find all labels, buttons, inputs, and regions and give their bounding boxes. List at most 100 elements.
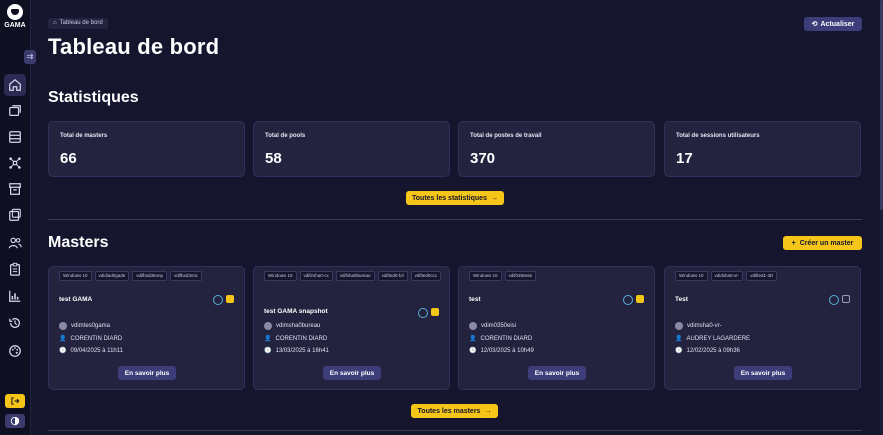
card-actions [213, 295, 234, 305]
breadcrumb-label: Tableau de bord [59, 20, 103, 26]
create-master-button[interactable]: + Créer un master [783, 236, 862, 250]
sidebar-item-theme[interactable] [4, 340, 26, 362]
arrow-right-icon: → [484, 407, 492, 415]
tag-list: Windows 10 vdidsha0-vr- vdifted1-3D [675, 271, 855, 281]
card-actions [829, 295, 850, 305]
sidebar-item-tasks[interactable] [4, 258, 26, 280]
edit-icon[interactable] [842, 295, 850, 303]
more-info-button[interactable]: En savoir plus [528, 366, 586, 380]
palette-icon [9, 345, 21, 357]
master-name: Test [675, 296, 688, 303]
home-icon: ⌂ [53, 20, 57, 26]
author-row: 👤 CORENTIN DIARD [469, 335, 532, 343]
refresh-icon: ⟲ [811, 21, 818, 28]
section-divider [48, 219, 862, 220]
section-divider [48, 430, 862, 431]
tag: Windows 10 [264, 271, 297, 281]
user-icon: 👤 [469, 336, 477, 342]
sidebar-item-stats[interactable] [4, 285, 26, 307]
network-status-icon[interactable] [829, 295, 839, 305]
owner-icon [469, 322, 477, 330]
list-icon [9, 131, 21, 143]
master-name: test [469, 296, 481, 303]
author-value: CORENTIN DIARD [275, 335, 328, 342]
tag: vdifbsd3temp [132, 271, 168, 281]
tag: vdifirsha0-cx [299, 271, 333, 281]
all-masters-button[interactable]: Toutes les masters → [411, 404, 498, 418]
stat-value: 370 [470, 150, 496, 167]
tag: vdidsha0-vr- [710, 271, 744, 281]
plus-icon: + [791, 239, 796, 247]
date-value: 12/03/2025 à 10h49 [480, 347, 534, 354]
stat-label: Total de pools [265, 133, 306, 139]
app-logo[interactable]: GAMA [4, 4, 26, 36]
main-content: ⌂ Tableau de bord ⟲ Actualiser Tableau d… [31, 0, 883, 435]
sidebar-item-windows[interactable] [4, 204, 26, 226]
author-row: 👤 CORENTIN DIARD [264, 335, 328, 343]
sidebar-item-archive[interactable] [4, 178, 26, 200]
user-icon: 👤 [264, 336, 272, 342]
sidebar-item-users[interactable] [4, 232, 26, 254]
date-row: 🕓 13/03/2025 à 16h41 [264, 347, 329, 355]
date-row: 🕓 09/04/2025 à 11h11 [59, 347, 123, 355]
tag: vdifted0ccc [410, 271, 442, 281]
all-stats-label: Toutes les statistiques [412, 194, 487, 202]
windows-icon [9, 208, 21, 221]
app-logo-text: GAMA [4, 22, 26, 29]
edit-icon[interactable] [636, 295, 644, 303]
tag: Windows 10 [675, 271, 708, 281]
owner-row: vdimsha0bureau [264, 322, 320, 330]
sidebar-item-network[interactable] [4, 152, 26, 174]
logout-button[interactable] [5, 394, 25, 408]
author-row: 👤 CORENTIN DIARD [59, 335, 123, 343]
stat-card-workstations: Total de postes de travail 370 [458, 121, 655, 177]
tag: vdifsha0bureau [335, 271, 375, 281]
master-name: test GAMA snapshot [264, 308, 328, 315]
page-title: Tableau de bord [48, 34, 220, 59]
master-name: test GAMA [59, 296, 93, 303]
owner-row: vdimsha0-vr- [675, 322, 722, 330]
user-icon: 👤 [675, 336, 683, 342]
network-status-icon[interactable] [418, 308, 428, 318]
date-value: 09/04/2025 à 11h11 [70, 347, 123, 354]
tag: vdidiad0gade [94, 271, 130, 281]
user-icon: 👤 [59, 336, 67, 342]
date-row: 🕓 12/02/2025 à 09h36 [675, 347, 740, 355]
edit-icon[interactable] [226, 295, 234, 303]
breadcrumb[interactable]: ⌂ Tableau de bord [48, 18, 108, 29]
users-icon [8, 237, 22, 249]
tag: vdifbsd3mic [170, 271, 202, 281]
sidebar-item-home[interactable] [4, 74, 26, 96]
author-row: 👤 AUDREY LAGARDERE [675, 335, 751, 343]
owner-row: vdimtes0gama [59, 322, 110, 330]
date-value: 12/02/2025 à 09h36 [686, 347, 740, 354]
more-info-button[interactable]: En savoir plus [323, 366, 381, 380]
author-value: AUDREY LAGARDERE [686, 335, 751, 342]
refresh-button[interactable]: ⟲ Actualiser [804, 17, 862, 31]
clipboard-icon [10, 262, 20, 276]
stats-section-title: Statistiques [48, 89, 139, 106]
stat-card-sessions: Total de sessions utilisateurs 17 [664, 121, 861, 177]
sidebar-item-history[interactable] [4, 312, 26, 334]
clock-icon: 🕓 [264, 348, 272, 354]
more-info-button[interactable]: En savoir plus [118, 366, 176, 380]
tag: vdifted0-fol [377, 271, 408, 281]
tag: vdifted1-3D [746, 271, 778, 281]
all-stats-button[interactable]: Toutes les statistiques → [406, 191, 504, 205]
author-value: CORENTIN DIARD [70, 335, 123, 342]
more-info-button[interactable]: En savoir plus [734, 366, 792, 380]
network-status-icon[interactable] [213, 295, 223, 305]
tag: Windows 10 [59, 271, 92, 281]
edit-icon[interactable] [431, 308, 439, 316]
theme-toggle-button[interactable] [5, 414, 25, 428]
sidebar-item-copies[interactable] [4, 100, 26, 122]
sidebar-item-list[interactable] [4, 126, 26, 148]
arrow-right-icon: → [490, 194, 498, 202]
stat-card-masters: Total de masters 66 [48, 121, 245, 177]
refresh-label: Actualiser [820, 20, 855, 28]
copy-icon [9, 105, 21, 116]
network-icon [9, 157, 21, 169]
owner-value: vdimtes0gama [71, 323, 111, 329]
logout-icon [11, 397, 20, 405]
network-status-icon[interactable] [623, 295, 633, 305]
